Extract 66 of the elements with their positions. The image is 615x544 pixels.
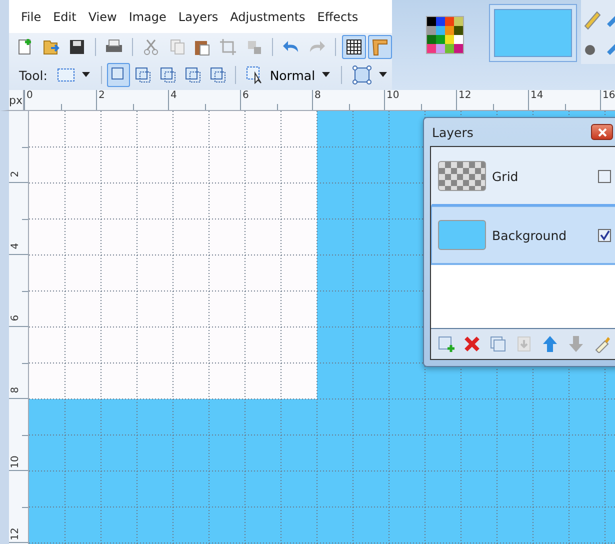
layer-thumbnail <box>438 161 486 191</box>
menu-item[interactable]: Effects <box>311 8 364 26</box>
ruler-label: 4 <box>10 242 22 252</box>
caret-icon <box>321 72 332 78</box>
save-icon <box>68 38 86 56</box>
color-palette-drawing[interactable] <box>426 16 464 54</box>
ruler-label: 10 <box>386 90 400 102</box>
menu-item[interactable]: Edit <box>47 8 82 26</box>
scissors-icon <box>142 38 160 56</box>
squares-icon <box>208 66 227 84</box>
crop-icon <box>219 38 238 56</box>
menu-item[interactable]: Adjustments <box>224 8 312 26</box>
visibility-checkbox[interactable] <box>598 170 611 182</box>
squares-icon <box>159 66 178 84</box>
merge-down-icon <box>515 335 533 353</box>
layer-thumbnail <box>438 220 486 250</box>
visibility-checkbox[interactable] <box>598 228 611 242</box>
rectangle-select-icon <box>56 67 74 83</box>
blend-mode-dropdown[interactable]: Normal <box>242 66 336 84</box>
caret-icon <box>378 72 388 78</box>
ruler-icon <box>371 38 390 56</box>
delete-icon <box>463 335 481 353</box>
layer-row[interactable]: Grid <box>431 147 615 206</box>
menu-item[interactable]: View <box>82 8 123 26</box>
toolbar-button[interactable] <box>342 35 366 59</box>
tool-label: Tool: <box>19 68 48 82</box>
window-title: Layers <box>431 124 474 140</box>
menu-item[interactable]: Image <box>122 8 172 26</box>
caret-icon <box>80 72 90 78</box>
ruler-label: 14 <box>530 90 544 102</box>
ruler-label: 4 <box>170 90 177 102</box>
squares-icon <box>184 66 202 84</box>
layer-name: Background <box>492 228 568 242</box>
duplicate-icon <box>489 335 507 353</box>
pencil-icon <box>593 335 611 353</box>
arrow-down-icon <box>567 335 585 353</box>
open-folder-icon <box>42 38 60 56</box>
selection-mode-button[interactable] <box>107 63 130 87</box>
new-file-icon <box>16 38 34 56</box>
ruler-label: 12 <box>458 90 472 102</box>
ruler-label: 2 <box>10 170 22 180</box>
ruler-label: 6 <box>242 90 249 102</box>
ruler-label: 6 <box>10 314 22 324</box>
primary-color-swatch[interactable] <box>489 4 577 62</box>
ruler-label: 8 <box>314 90 321 102</box>
selection-handles-icon <box>352 65 372 85</box>
ruler-label: 10 <box>10 455 22 469</box>
ruler-label: 0 <box>26 90 33 102</box>
close-icon <box>598 128 606 136</box>
clipboard-icon <box>193 38 212 56</box>
arrow-up-icon <box>541 335 559 353</box>
squares-icon <box>245 38 264 56</box>
layer-name: Grid <box>492 168 520 184</box>
menu-item[interactable]: Layers <box>172 8 224 26</box>
menu-item[interactable]: File <box>15 8 48 26</box>
ruler-label: 2 <box>98 90 105 102</box>
layer-row[interactable]: Background <box>431 206 615 265</box>
ruler-label: 8 <box>10 386 22 396</box>
cursor-icon <box>246 66 264 84</box>
grid-icon <box>345 38 364 56</box>
ruler-label: 12 <box>10 527 22 541</box>
ruler-label: 16 <box>602 90 615 102</box>
copy-icon <box>168 38 186 56</box>
squares-icon <box>134 66 152 84</box>
close-button[interactable] <box>591 124 613 140</box>
add-layer-icon <box>437 335 455 353</box>
